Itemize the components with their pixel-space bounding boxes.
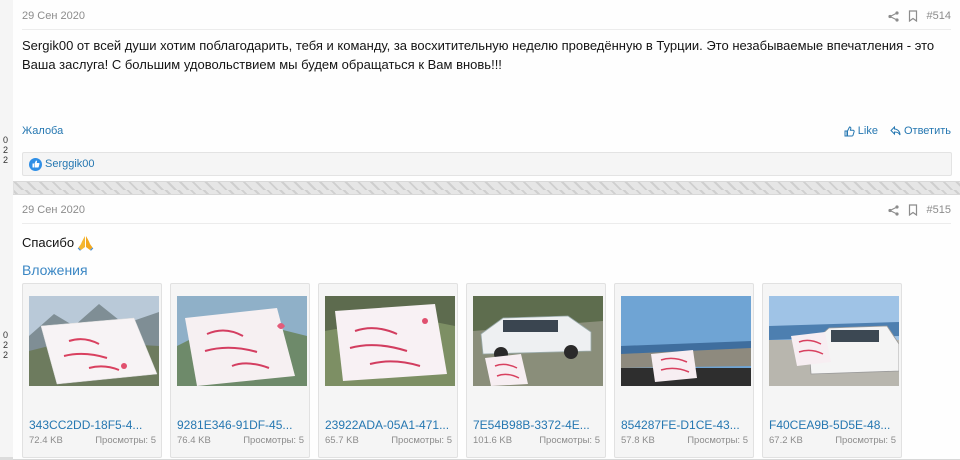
post-515: 29 Сен 2020 #515 Спасибо Вложения 343CC2… (13, 194, 960, 460)
pray-emoji-icon (77, 235, 94, 251)
post-message: Sergik00 от всей души хотим поблагодарит… (22, 36, 948, 74)
post-number[interactable]: #514 (927, 10, 951, 22)
attachment-thumbnail[interactable] (473, 296, 603, 386)
attachment-filename[interactable]: 23922ADA-05A1-471... (325, 418, 453, 432)
attachment-views: Просмотры: 5 (391, 435, 452, 446)
like-reaction-icon (29, 157, 42, 171)
left-gutter (0, 0, 14, 457)
post-header-actions: #514 (887, 10, 951, 22)
attachment-card[interactable]: 854287FE-D1CE-43... 57.8 KB Просмотры: 5 (614, 283, 754, 458)
like-button[interactable]: Like (844, 125, 878, 137)
attachment-filename[interactable]: F40CEA9B-5D5E-48... (769, 418, 897, 432)
gutter-stat: 0 (2, 330, 8, 340)
reply-icon (890, 126, 901, 136)
attachment-views: Просмотры: 5 (835, 435, 896, 446)
attachment-card[interactable]: F40CEA9B-5D5E-48... 67.2 KB Просмотры: 5 (762, 283, 902, 458)
bookmark-icon[interactable] (908, 204, 918, 216)
attachment-thumbnail[interactable] (177, 296, 307, 386)
attachment-thumbnail[interactable] (769, 296, 899, 386)
attachment-card[interactable]: 343CC2DD-18F5-4... 72.4 KB Просмотры: 5 (22, 283, 162, 458)
attachment-views: Просмотры: 5 (539, 435, 600, 446)
gutter-stat: 2 (2, 145, 8, 155)
attachment-views: Просмотры: 5 (95, 435, 156, 446)
attachment-size: 101.6 KB (473, 435, 513, 446)
report-link[interactable]: Жалоба (22, 125, 63, 137)
attachment-meta: 76.4 KB Просмотры: 5 (177, 435, 304, 446)
attachment-size: 72.4 KB (29, 435, 63, 446)
post-header: 29 Сен 2020 #515 (22, 197, 951, 224)
thumbs-up-icon (844, 125, 855, 136)
like-label: Like (857, 125, 878, 137)
attachment-thumbnail[interactable] (29, 296, 159, 386)
attachment-size: 65.7 KB (325, 435, 359, 446)
attachment-size: 76.4 KB (177, 435, 211, 446)
reaction-user-link[interactable]: Serggik00 (45, 158, 95, 170)
share-icon[interactable] (887, 204, 899, 216)
attachment-card[interactable]: 9281E346-91DF-45... 76.4 KB Просмотры: 5 (170, 283, 310, 458)
attachment-filename[interactable]: 343CC2DD-18F5-4... (29, 418, 157, 432)
attachment-meta: 65.7 KB Просмотры: 5 (325, 435, 452, 446)
post-header-actions: #515 (887, 204, 951, 216)
post-header: 29 Сен 2020 #514 (22, 3, 951, 30)
gutter-stat: 2 (2, 155, 8, 165)
attachment-views: Просмотры: 5 (243, 435, 304, 446)
attachments-grid: 343CC2DD-18F5-4... 72.4 KB Просмотры: 5 … (22, 283, 902, 458)
share-icon[interactable] (887, 10, 899, 22)
bookmark-icon[interactable] (908, 10, 918, 22)
attachment-filename[interactable]: 854287FE-D1CE-43... (621, 418, 749, 432)
post-date[interactable]: 29 Сен 2020 (22, 10, 85, 22)
message-line: Ваша заслуга! С большим удовольствием мы… (22, 57, 502, 72)
attachment-filename[interactable]: 7E54B98B-3372-4E... (473, 418, 601, 432)
attachment-card[interactable]: 7E54B98B-3372-4E... 101.6 KB Просмотры: … (466, 283, 606, 458)
attachment-filename[interactable]: 9281E346-91DF-45... (177, 418, 305, 432)
gutter-stat: 0 (2, 135, 8, 145)
gutter-stat: 2 (2, 340, 8, 350)
attachment-meta: 101.6 KB Просмотры: 5 (473, 435, 600, 446)
post-number[interactable]: #515 (927, 204, 951, 216)
gutter-stat: 2 (2, 350, 8, 360)
attachments-title: Вложения (22, 262, 88, 278)
post-date[interactable]: 29 Сен 2020 (22, 204, 85, 216)
attachment-meta: 67.2 KB Просмотры: 5 (769, 435, 896, 446)
attachment-thumbnail[interactable] (325, 296, 455, 386)
attachment-views: Просмотры: 5 (687, 435, 748, 446)
attachment-card[interactable]: 23922ADA-05A1-471... 65.7 KB Просмотры: … (318, 283, 458, 458)
post-message: Спасибо (22, 233, 948, 252)
reply-label: Ответить (903, 125, 951, 137)
attachment-thumbnail[interactable] (621, 296, 751, 386)
message-text: Спасибо (22, 235, 75, 250)
attachment-meta: 72.4 KB Просмотры: 5 (29, 435, 156, 446)
attachment-size: 57.8 KB (621, 435, 655, 446)
post-footer: Жалоба Like Ответить (22, 123, 951, 139)
attachment-meta: 57.8 KB Просмотры: 5 (621, 435, 748, 446)
reactions-bar[interactable]: Serggik00 (22, 152, 952, 176)
attachment-size: 67.2 KB (769, 435, 803, 446)
post-actions: Like Ответить (844, 125, 951, 137)
post-514: 29 Сен 2020 #514 Sergik00 от всей души х… (13, 0, 960, 182)
message-line: Sergik00 от всей души хотим поблагодарит… (22, 38, 935, 53)
reply-button[interactable]: Ответить (890, 125, 951, 137)
